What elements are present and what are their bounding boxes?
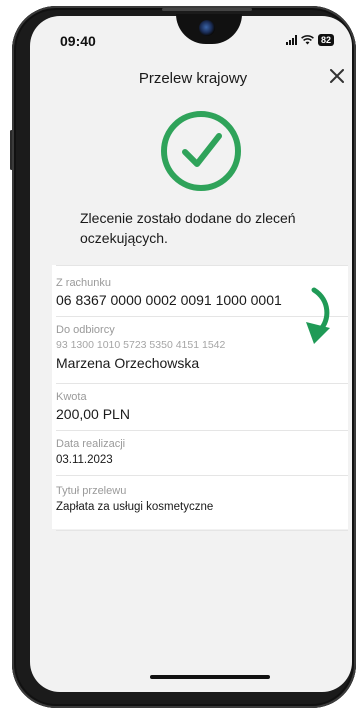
speaker-grille (162, 8, 252, 11)
curved-arrow-down-icon (306, 287, 330, 344)
close-button[interactable] (326, 66, 348, 88)
amount-value: 200,00 PLN (56, 406, 130, 422)
card-top-divider (56, 265, 348, 266)
page-title: Przelew krajowy (138, 70, 248, 87)
row-divider (56, 383, 348, 384)
date-value: 03.11.2023 (56, 454, 113, 466)
recipient-name: Marzena Orzechowska (56, 355, 200, 371)
confirmation-message: Zlecenie zostało dodane do zleceń oczeku… (80, 210, 296, 246)
home-indicator[interactable] (150, 675, 270, 679)
front-camera-icon (199, 20, 215, 36)
row-divider (56, 530, 348, 531)
date-label: Data realizacji (56, 438, 126, 450)
date-row: Data realizacji 03.11.2023 (56, 438, 348, 466)
close-icon (330, 69, 344, 83)
wifi-icon (301, 35, 314, 45)
transfer-title-row: Tytuł przelewu Zapłata za usługi kosmety… (56, 485, 348, 513)
battery-icon: 82 (318, 34, 335, 46)
status-time: 09:40 (60, 33, 96, 49)
status-icons: 82 (286, 34, 335, 46)
row-divider (56, 430, 348, 431)
amount-label: Kwota (56, 391, 87, 403)
check-circle-icon (161, 111, 241, 191)
row-divider (56, 475, 348, 476)
transfer-title-label: Tytuł przelewu (56, 485, 127, 497)
signal-icon (286, 35, 297, 45)
transfer-title-value: Zapłata za usługi kosmetyczne (56, 501, 214, 513)
amount-row: Kwota 200,00 PLN (56, 391, 348, 422)
